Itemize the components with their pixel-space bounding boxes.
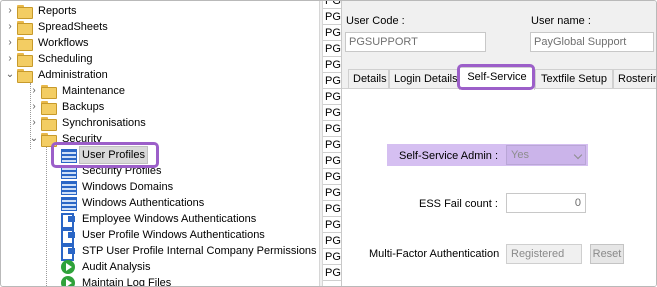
tree-item-label: Workflows	[38, 37, 89, 49]
chevron-right-icon[interactable]: ›	[28, 83, 40, 99]
tab-details[interactable]: Details	[348, 69, 389, 89]
user-code-field[interactable]: PGSUPPORT	[345, 32, 486, 52]
user-name-field[interactable]: PayGlobal Support	[530, 32, 654, 52]
chevron-down-icon[interactable]: ⌄	[4, 67, 16, 83]
user-name-label: User name :	[531, 15, 591, 27]
list-item[interactable]: PG	[323, 25, 341, 41]
user-link-icon	[60, 228, 76, 245]
self-service-panel: Self-Service Admin : Yes ESS Fail count …	[342, 88, 656, 286]
self-service-admin-value: Yes	[511, 149, 529, 161]
list-item[interactable]: PG	[323, 233, 341, 249]
tree-item-label: SpreadSheets	[38, 21, 108, 33]
chevron-right-icon[interactable]: ›	[4, 35, 16, 51]
tree-item-synchronisations[interactable]: › Synchronisations	[28, 115, 148, 131]
highlight-outline	[457, 64, 535, 90]
play-icon	[60, 260, 76, 274]
list-item[interactable]: PG	[323, 153, 341, 169]
tree-item-scheduling[interactable]: › Scheduling	[4, 51, 94, 67]
ess-fail-count-label: ESS Fail count :	[419, 198, 498, 210]
tree-item-label: STP User Profile Internal Company Permis…	[82, 245, 317, 257]
folder-icon	[16, 4, 33, 19]
list-item[interactable]: PG	[323, 73, 341, 89]
tree-item-label: Backups	[62, 101, 105, 113]
tab-login-details[interactable]: Login Details	[389, 69, 459, 89]
tab-rostering[interactable]: Rosterin	[613, 69, 656, 89]
list-item[interactable]: PG	[323, 105, 341, 121]
list-item[interactable]: PG	[323, 249, 341, 265]
tree-item-audit-analysis[interactable]: Audit Analysis	[60, 259, 152, 275]
user-code-list[interactable]: PG PG PG PG PG PG PG PG PG PG PG PG PG PG PG PG PG PG	[323, 1, 342, 286]
chevron-right-icon[interactable]: ›	[28, 115, 40, 131]
play-icon	[60, 276, 76, 286]
list-item[interactable]: PG	[323, 169, 341, 185]
folder-icon	[40, 100, 57, 115]
tree-item-reports[interactable]: › Reports	[4, 3, 79, 19]
reset-button[interactable]: Reset	[590, 244, 624, 264]
list-item[interactable]: PG	[323, 57, 341, 73]
tree-item-label: Administration	[38, 69, 108, 81]
mfa-label: Multi-Factor Authentication	[369, 248, 500, 260]
tree-item-label: Employee Windows Authentications	[82, 213, 257, 225]
tree-item-windows-authentications[interactable]: Windows Authentications	[60, 195, 206, 211]
tree-item-label: Maintenance	[62, 85, 125, 97]
chevron-right-icon[interactable]: ›	[4, 19, 16, 35]
tree-item-label: Maintain Log Files	[82, 277, 172, 287]
folder-icon	[16, 36, 33, 51]
tree-item-label: Windows Domains	[82, 181, 174, 193]
chevron-right-icon[interactable]: ›	[4, 51, 16, 67]
list-item[interactable]: PG	[323, 201, 341, 217]
folder-icon	[40, 116, 57, 131]
tree-item-label: Scheduling	[38, 53, 93, 65]
tree-item-label: Audit Analysis	[82, 261, 151, 273]
highlight-outline	[51, 142, 159, 168]
navigation-tree[interactable]: › Reports › SpreadSheets › Workflows › S…	[2, 1, 320, 287]
list-item[interactable]: PG	[323, 217, 341, 233]
tree-item-administration[interactable]: ⌄ Administration	[4, 67, 110, 83]
tree-item-employee-windows-authentications[interactable]: Employee Windows Authentications	[60, 211, 258, 229]
form-icon	[60, 196, 77, 211]
form-icon	[60, 180, 77, 195]
list-item[interactable]: PG	[323, 121, 341, 137]
folder-open-icon	[16, 68, 33, 83]
list-item[interactable]: PG	[323, 89, 341, 105]
tree-guide-line	[46, 147, 47, 286]
tree-item-stp-user-profile-permissions[interactable]: STP User Profile Internal Company Permis…	[60, 243, 319, 261]
tree-item-label: Synchronisations	[62, 117, 146, 129]
list-item[interactable]: PG	[323, 41, 341, 57]
self-service-admin-label: Self-Service Admin :	[399, 150, 499, 162]
tree-item-windows-domains[interactable]: Windows Domains	[60, 179, 175, 195]
ess-fail-count-field[interactable]: 0	[506, 193, 586, 213]
user-link-icon	[60, 212, 76, 229]
self-service-admin-select[interactable]: Yes	[506, 145, 586, 165]
folder-icon	[16, 52, 33, 67]
user-profile-form: User Code : PGSUPPORT User name : PayGlo…	[342, 1, 656, 286]
list-item[interactable]: PG	[323, 137, 341, 153]
window-frame: › Reports › SpreadSheets › Workflows › S…	[0, 0, 657, 287]
folder-icon	[16, 20, 33, 35]
list-item[interactable]: PG	[323, 1, 341, 9]
list-item[interactable]: PG	[323, 9, 341, 25]
tree-item-spreadsheets[interactable]: › SpreadSheets	[4, 19, 110, 35]
tree-item-label: Reports	[38, 5, 77, 17]
tab-textfile-setup[interactable]: Textfile Setup	[535, 69, 613, 89]
tree-item-label: Windows Authentications	[82, 197, 205, 209]
tree-item-user-profile-windows-authentications[interactable]: User Profile Windows Authentications	[60, 227, 267, 245]
tree-item-maintenance[interactable]: › Maintenance	[28, 83, 127, 99]
chevron-right-icon[interactable]: ›	[4, 3, 16, 19]
folder-icon	[40, 84, 57, 99]
mfa-status-field: Registered	[506, 244, 582, 264]
tree-item-maintain-log-files[interactable]: Maintain Log Files	[60, 275, 173, 287]
chevron-down-icon[interactable]: ⌄	[28, 131, 40, 147]
user-link-icon	[60, 244, 76, 261]
chevron-right-icon[interactable]: ›	[28, 99, 40, 115]
chevron-down-icon	[573, 150, 583, 160]
tree-item-label: User Profile Windows Authentications	[82, 229, 265, 241]
list-item[interactable]: PG	[323, 185, 341, 201]
list-item[interactable]: PG	[323, 265, 341, 281]
user-code-label: User Code :	[346, 15, 405, 27]
tree-item-workflows[interactable]: › Workflows	[4, 35, 91, 51]
tree-item-backups[interactable]: › Backups	[28, 99, 106, 115]
